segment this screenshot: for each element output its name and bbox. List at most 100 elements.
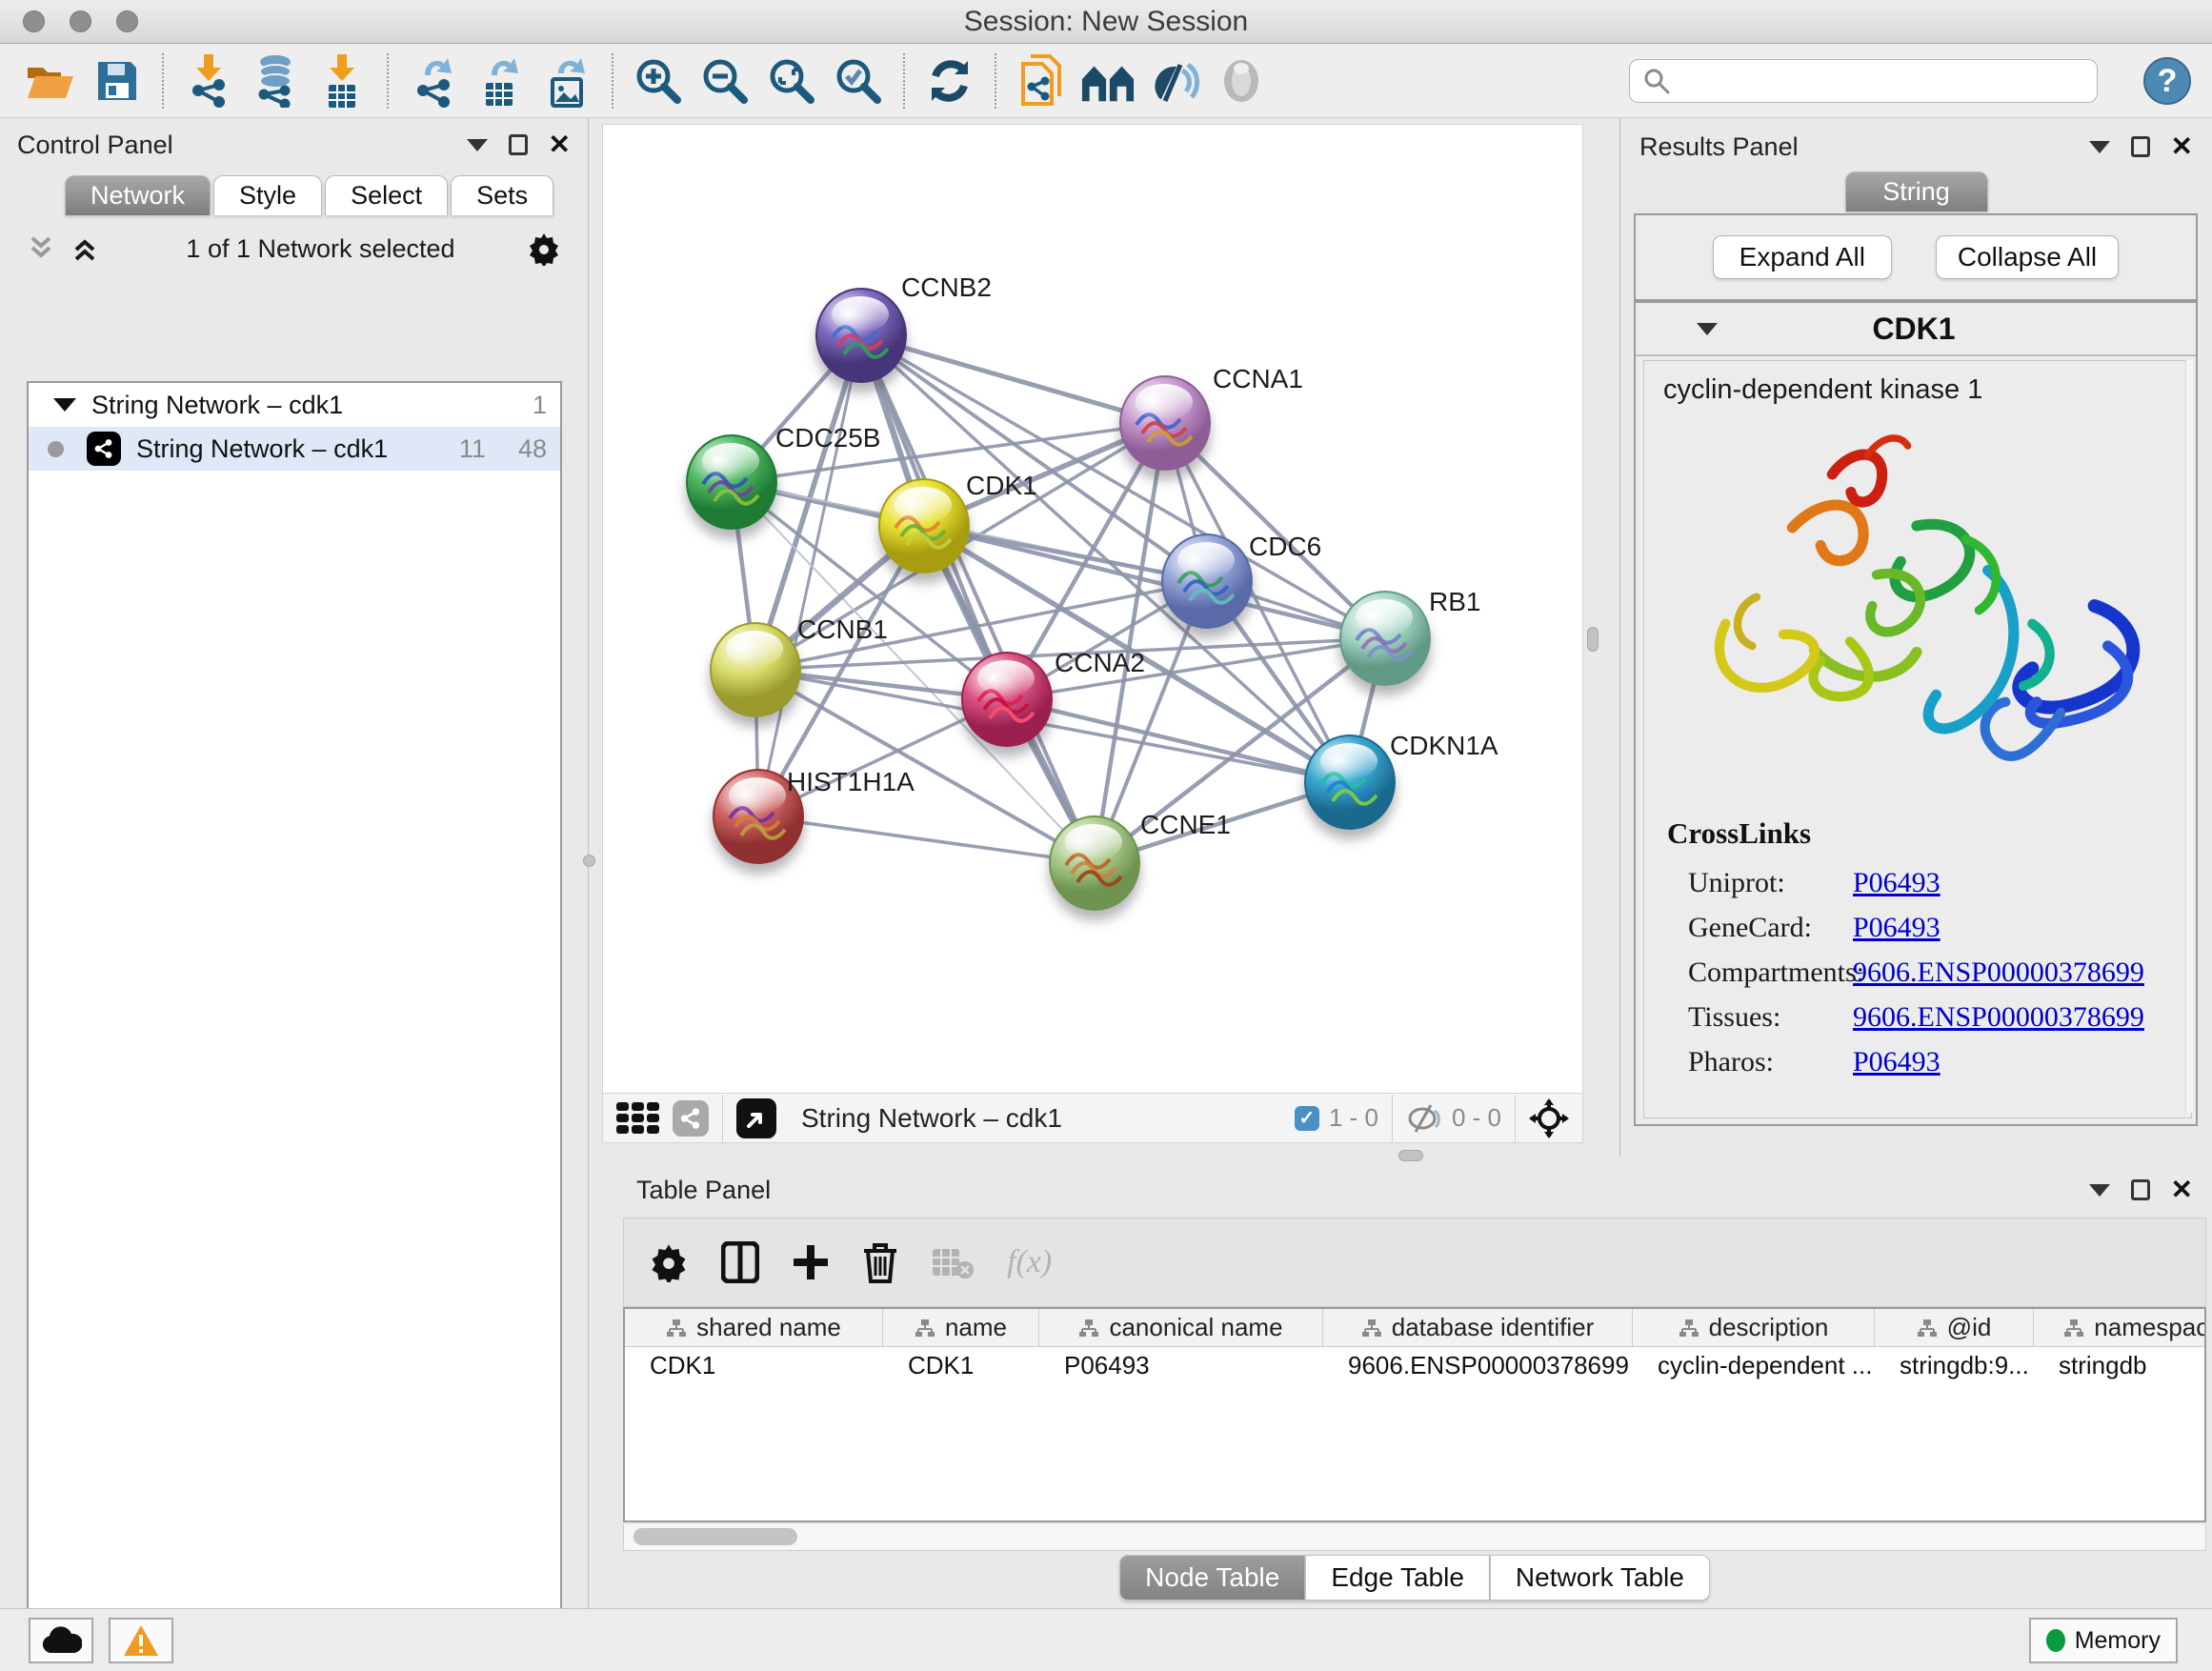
left-splitter-handle[interactable] — [583, 855, 595, 867]
import-table-from-file-button[interactable] — [314, 52, 370, 110]
table-row[interactable]: CDK1CDK1P064939606.ENSP00000378699cyclin… — [625, 1347, 2204, 1385]
node-CDKN1A[interactable] — [1304, 735, 1396, 830]
tab-network-table[interactable]: Network Table — [1490, 1555, 1710, 1601]
right-splitter-handle[interactable] — [1587, 627, 1599, 652]
tab-network[interactable]: Network — [65, 175, 211, 215]
node-CDC25B[interactable] — [686, 434, 777, 530]
export-network-button[interactable] — [406, 52, 461, 110]
pan-crosshair-icon[interactable] — [1529, 1098, 1569, 1138]
column-header-canonical-name[interactable]: canonical name — [1039, 1309, 1323, 1346]
hidden-eye-icon[interactable] — [1406, 1103, 1442, 1134]
results-scrollbar[interactable] — [2185, 360, 2193, 1113]
table-cell[interactable]: CDK1 — [625, 1347, 883, 1385]
node-RB1[interactable] — [1339, 591, 1431, 686]
grid-view-icon[interactable] — [616, 1102, 659, 1134]
table-options-gear-icon[interactable] — [649, 1242, 689, 1282]
table-cell[interactable]: 9606.ENSP00000378699 — [1323, 1347, 1633, 1385]
show-all-button[interactable] — [1214, 52, 1269, 110]
tab-select[interactable]: Select — [325, 175, 448, 215]
collapse-triangle-icon[interactable] — [53, 398, 76, 412]
cloud-status-button[interactable] — [29, 1618, 93, 1663]
close-panel-icon[interactable]: ✕ — [2171, 133, 2193, 160]
expand-all-icon[interactable] — [70, 234, 99, 263]
column-header-shared-name[interactable]: shared name — [625, 1309, 883, 1346]
import-network-from-database-button[interactable] — [248, 52, 303, 110]
first-neighbors-button[interactable] — [1080, 52, 1136, 110]
collapse-entry-icon[interactable] — [1697, 323, 1718, 335]
table-cell[interactable]: stringdb:9... — [1875, 1347, 2034, 1385]
table-cell[interactable]: cyclin-dependent ... — [1633, 1347, 1875, 1385]
node-CCNA2[interactable] — [961, 652, 1053, 747]
node-CDC6[interactable] — [1161, 534, 1253, 629]
tab-style[interactable]: Style — [213, 175, 322, 215]
crosslink-link[interactable]: P06493 — [1853, 1046, 1941, 1078]
fit-content-button[interactable] — [764, 52, 819, 110]
edge-CCNB2-HIST1H1A[interactable] — [758, 335, 861, 816]
close-panel-icon[interactable]: ✕ — [549, 131, 571, 158]
maximize-window-button[interactable] — [116, 10, 138, 32]
table-cell[interactable]: stringdb — [2034, 1347, 2206, 1385]
crosslink-link[interactable]: P06493 — [1853, 867, 1941, 899]
tab-sets[interactable]: Sets — [451, 175, 553, 215]
expand-all-button[interactable]: Expand All — [1713, 235, 1892, 279]
column-header-description[interactable]: description — [1633, 1309, 1875, 1346]
table-horizontal-scrollbar[interactable] — [623, 1524, 2206, 1551]
collapse-all-icon[interactable] — [27, 234, 55, 263]
panel-menu-icon[interactable] — [2089, 1184, 2110, 1197]
protein-entry-header[interactable]: CDK1 — [1636, 303, 2196, 356]
tab-edge-table[interactable]: Edge Table — [1305, 1555, 1490, 1601]
delete-column-trash-icon[interactable] — [862, 1241, 898, 1283]
help-button[interactable]: ? — [2143, 57, 2191, 105]
close-panel-icon[interactable]: ✕ — [2171, 1177, 2193, 1203]
table-cell[interactable]: CDK1 — [883, 1347, 1039, 1385]
crosslink-link[interactable]: 9606.ENSP00000378699 — [1853, 1001, 2144, 1034]
string-network-icon[interactable] — [673, 1100, 709, 1137]
save-session-button[interactable] — [90, 52, 145, 110]
open-in-new-window-button[interactable] — [736, 1098, 776, 1138]
node-CCNA1[interactable] — [1119, 375, 1211, 471]
add-column-plus-icon[interactable] — [792, 1243, 830, 1281]
column-header--id[interactable]: @id — [1875, 1309, 2034, 1346]
apply-preferred-layout-button[interactable] — [922, 52, 977, 110]
panel-menu-icon[interactable] — [2089, 141, 2110, 153]
search-input[interactable] — [1629, 59, 2098, 103]
export-table-button[interactable] — [473, 52, 528, 110]
gear-icon[interactable] — [527, 232, 561, 266]
selected-nodes-checkbox[interactable]: ✓ — [1295, 1106, 1319, 1131]
zoom-in-button[interactable] — [631, 52, 686, 110]
crosslink-link[interactable]: 9606.ENSP00000378699 — [1853, 956, 2144, 989]
float-panel-icon[interactable] — [2131, 136, 2150, 157]
scrollbar-thumb[interactable] — [633, 1528, 797, 1545]
column-header-database-identifier[interactable]: database identifier — [1323, 1309, 1633, 1346]
minimize-window-button[interactable] — [70, 10, 91, 32]
tab-node-table[interactable]: Node Table — [1119, 1555, 1305, 1601]
network-collection-row[interactable]: String Network – cdk1 1 — [29, 383, 560, 427]
column-header-namespace[interactable]: namespace — [2034, 1309, 2206, 1346]
open-session-button[interactable] — [23, 52, 78, 110]
node-CCNE1[interactable] — [1049, 815, 1140, 911]
network-canvas[interactable]: CCNB2CCNA1CDC25BCDK1CDC6RB1CCNB1CCNA2CDK… — [602, 124, 1583, 1094]
table-cell[interactable]: P06493 — [1039, 1347, 1323, 1385]
horizontal-splitter-handle[interactable] — [1398, 1150, 1423, 1161]
collapse-all-button[interactable]: Collapse All — [1936, 235, 2119, 279]
export-image-button[interactable] — [539, 52, 594, 110]
node-CCNB1[interactable] — [710, 622, 801, 717]
column-header-name[interactable]: name — [883, 1309, 1039, 1346]
warnings-button[interactable] — [109, 1618, 173, 1663]
crosslink-link[interactable]: P06493 — [1853, 912, 1941, 944]
memory-button[interactable]: Memory — [2029, 1618, 2178, 1663]
hide-selected-button[interactable] — [1147, 52, 1202, 110]
close-window-button[interactable] — [23, 10, 45, 32]
float-panel-icon[interactable] — [509, 134, 528, 155]
edge-HIST1H1A-CCNE1[interactable] — [758, 816, 1095, 863]
node-CDK1[interactable] — [878, 478, 970, 574]
zoom-selected-button[interactable] — [831, 52, 886, 110]
node-CCNB2[interactable] — [815, 288, 907, 383]
new-network-from-selection-button[interactable] — [1014, 52, 1069, 110]
show-columns-icon[interactable] — [721, 1241, 759, 1283]
tab-string[interactable]: String — [1845, 171, 1988, 211]
zoom-out-button[interactable] — [697, 52, 753, 110]
network-row[interactable]: String Network – cdk1 11 48 — [29, 427, 560, 471]
float-panel-icon[interactable] — [2131, 1179, 2150, 1200]
import-network-from-file-button[interactable] — [181, 52, 236, 110]
